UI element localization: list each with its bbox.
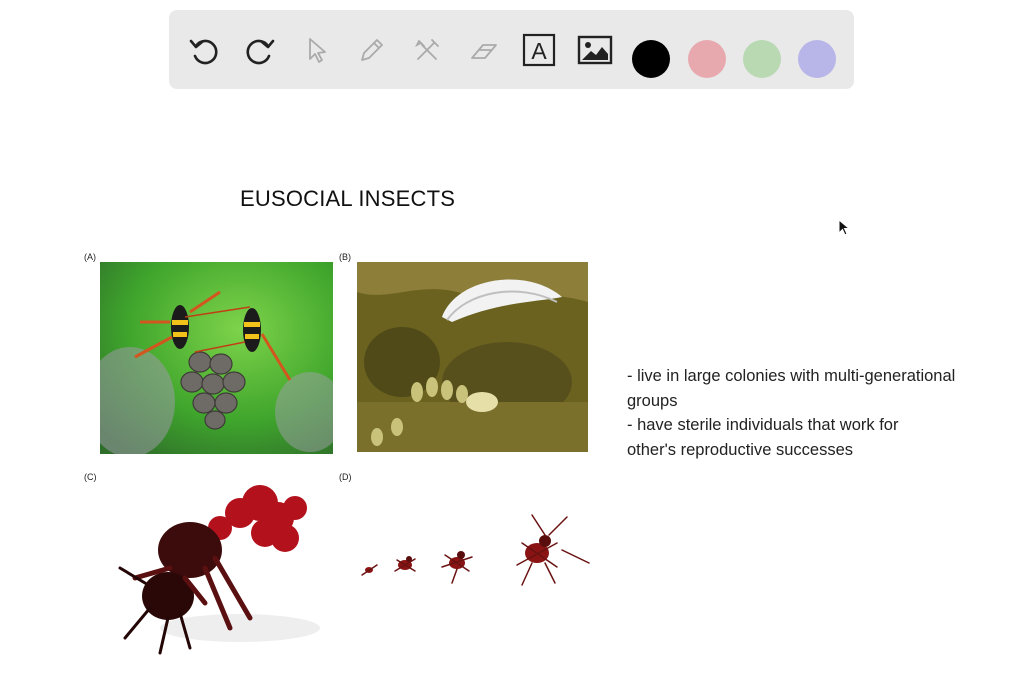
notes-text-block: - live in large colonies with multi-gene… (627, 364, 1007, 462)
note-line: - have sterile individuals that work for (627, 416, 899, 434)
termite-nest-photo (357, 262, 588, 452)
undo-button[interactable] (186, 32, 222, 68)
pencil-tool-button[interactable] (354, 32, 390, 68)
pencil-icon (361, 39, 383, 61)
undo-icon (189, 39, 218, 65)
leafcutter-ant-head-photo (110, 478, 332, 660)
image-tool-button[interactable] (577, 32, 613, 68)
text-tool-button[interactable]: A (521, 32, 557, 68)
image-tool-icon (577, 35, 613, 65)
tools-button[interactable] (410, 32, 446, 68)
ant-castes-photo (357, 505, 597, 590)
select-tool-button[interactable] (298, 32, 334, 68)
tools-icon (414, 39, 439, 60)
note-line: groups (627, 391, 678, 410)
redo-button[interactable] (242, 32, 278, 68)
note-line: - live in large colonies with multi-gene… (627, 367, 956, 385)
color-swatch-green[interactable] (743, 40, 781, 78)
note-line: other's reproductive successes (627, 440, 854, 459)
wasps-on-nest-photo (100, 262, 333, 454)
panel-label-d: (D) (339, 472, 352, 482)
text-tool-icon: A (522, 33, 556, 67)
eraser-tool-button[interactable] (466, 32, 502, 68)
eraser-icon (471, 44, 497, 59)
color-swatch-pink[interactable] (688, 40, 726, 78)
mouse-cursor-icon (838, 219, 850, 236)
panel-label-a: (A) (84, 252, 96, 262)
redo-icon (246, 39, 275, 65)
text-tool-glyph: A (531, 38, 547, 64)
color-swatch-purple[interactable] (798, 40, 836, 78)
drawing-toolbar: A (169, 10, 854, 89)
color-swatch-black[interactable] (632, 40, 670, 78)
panel-label-c: (C) (84, 472, 97, 482)
panel-label-b: (B) (339, 252, 351, 262)
page-title: EUSOCIAL INSECTS (240, 186, 456, 211)
select-pointer-icon (309, 38, 326, 63)
